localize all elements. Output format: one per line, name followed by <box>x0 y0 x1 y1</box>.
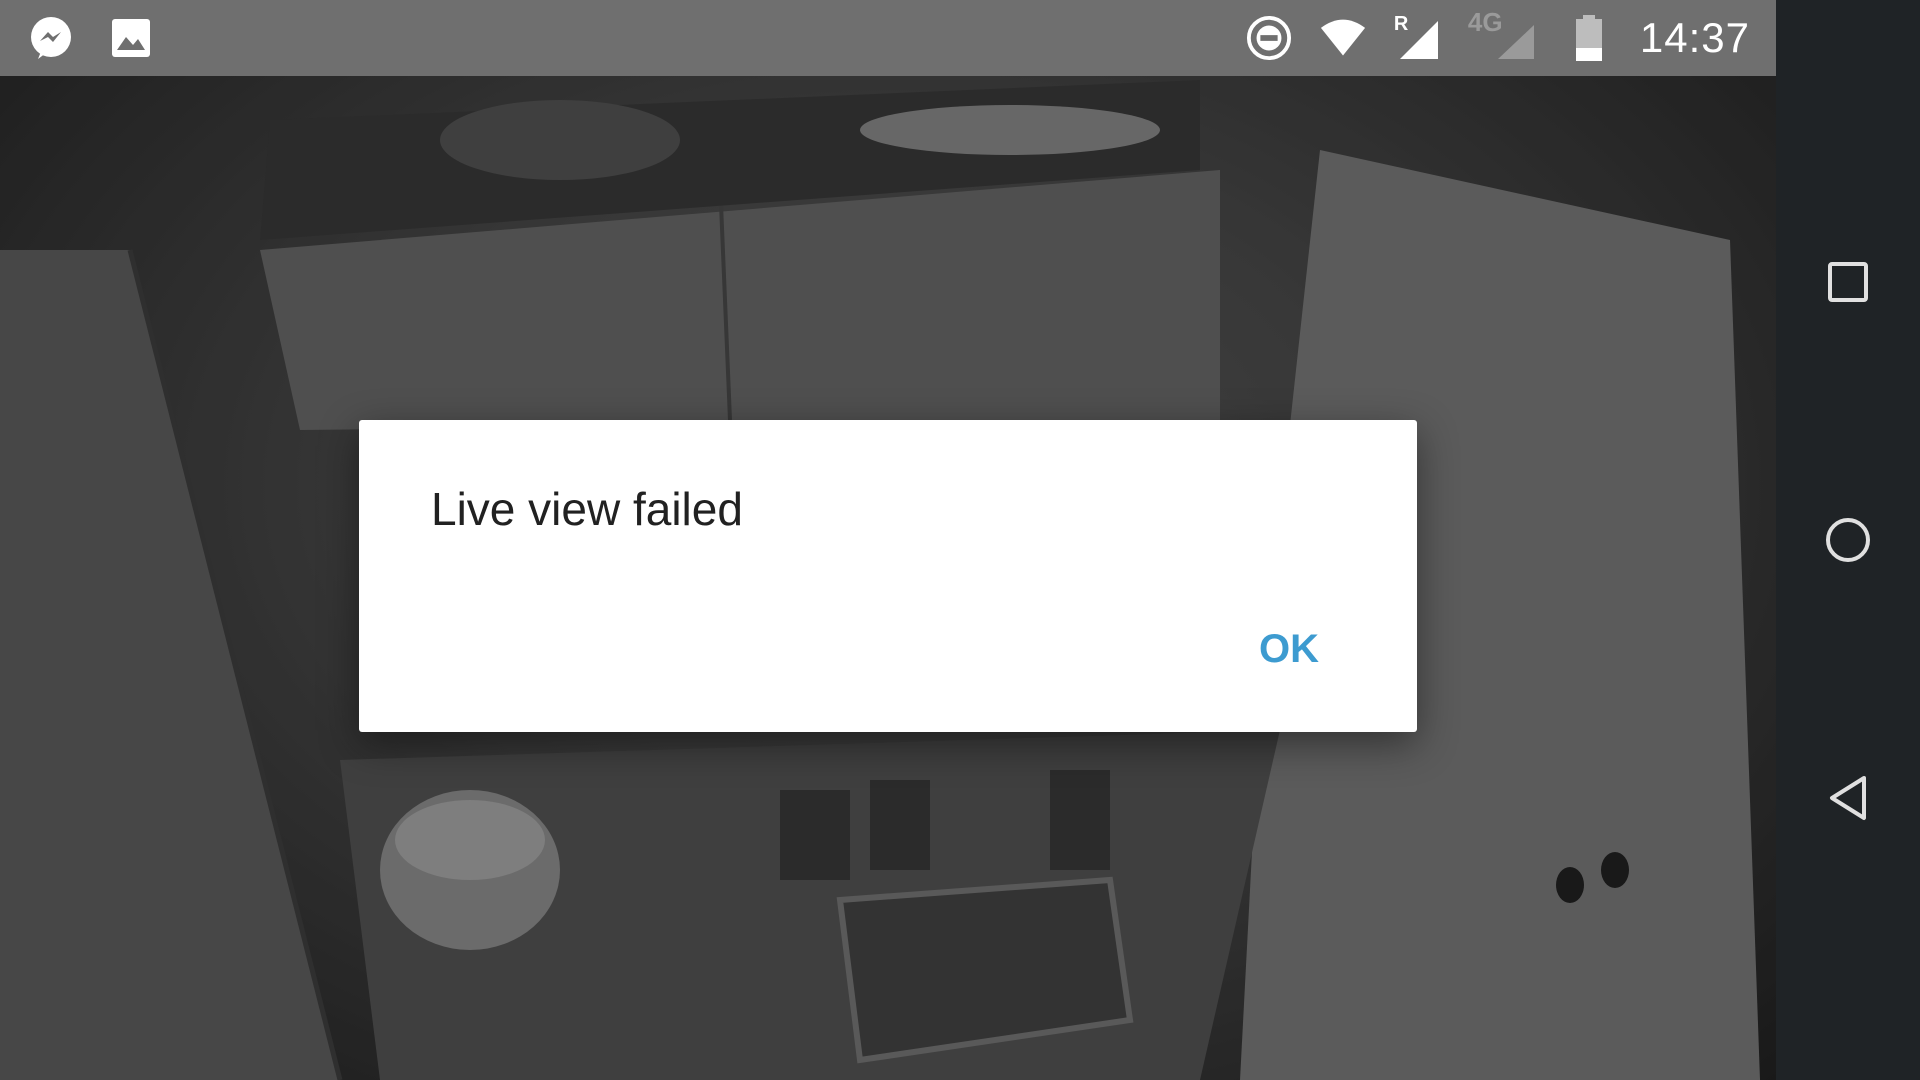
signal-roaming-icon: R <box>1393 13 1440 61</box>
messenger-icon <box>28 15 74 61</box>
wifi-icon <box>1320 15 1366 61</box>
signal-4g-icon: 4G <box>1468 7 1538 61</box>
back-button[interactable] <box>1776 738 1920 858</box>
home-button[interactable] <box>1776 480 1920 600</box>
ok-button[interactable]: OK <box>1245 621 1333 678</box>
roaming-label: R <box>1393 13 1409 35</box>
gallery-icon <box>108 15 154 61</box>
navigation-bar <box>1776 0 1920 1080</box>
back-icon <box>1830 776 1866 820</box>
status-time: 14:37 <box>1639 14 1750 61</box>
screen: R 4G 14:37 Live view failed OK <box>0 0 1920 1080</box>
do-not-disturb-icon <box>1246 15 1292 61</box>
alert-dialog: Live view failed OK <box>359 420 1417 732</box>
recents-button[interactable] <box>1776 222 1920 342</box>
home-icon <box>1826 518 1870 562</box>
dialog-title: Live view failed <box>431 483 743 535</box>
battery-icon <box>1566 15 1612 61</box>
status-bar: R 4G 14:37 <box>0 0 1776 76</box>
network-label: 4G <box>1467 7 1503 37</box>
recents-icon <box>1828 262 1868 302</box>
